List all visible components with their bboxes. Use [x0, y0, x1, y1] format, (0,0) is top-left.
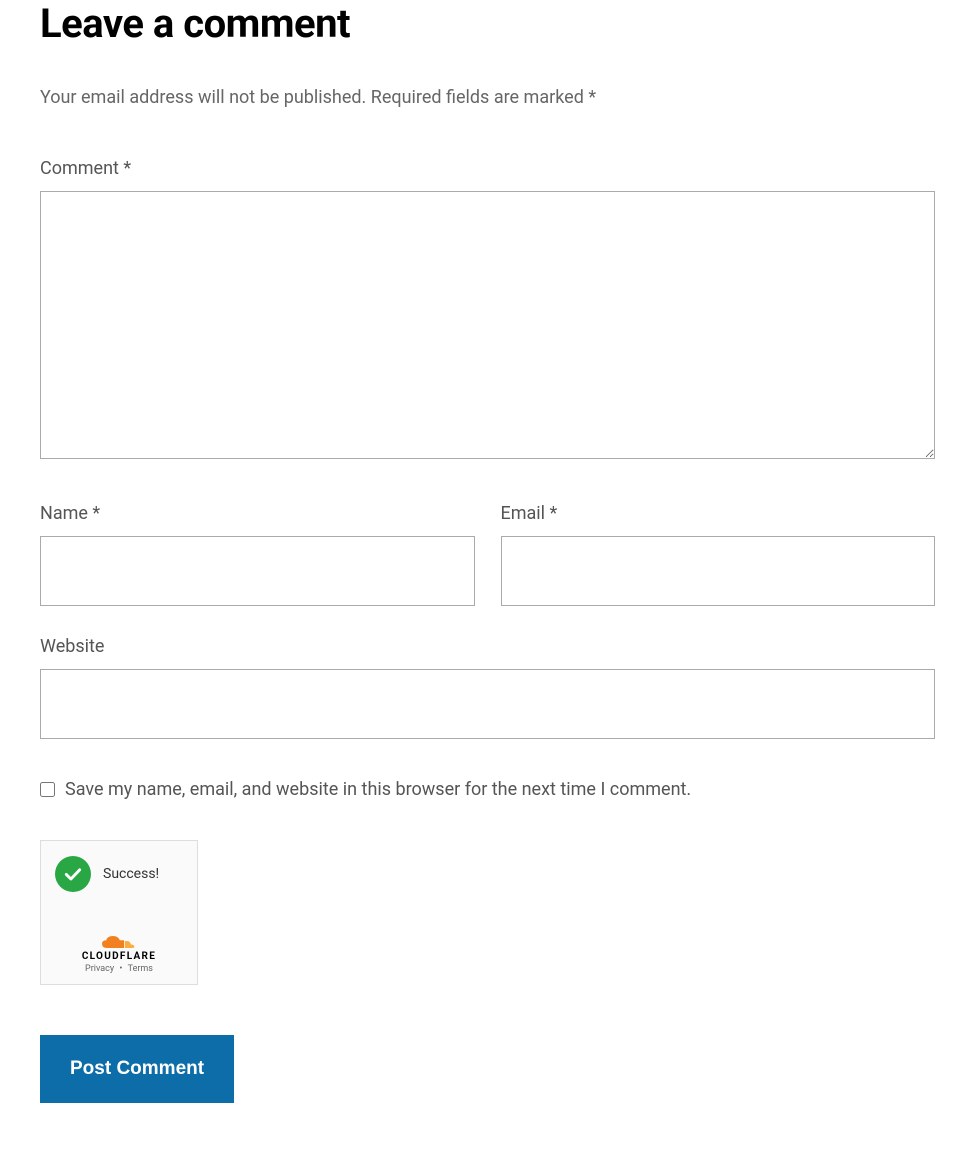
name-email-row: Name * Email *	[40, 503, 935, 606]
turnstile-status-text: Success!	[103, 866, 159, 882]
email-group: Email *	[501, 503, 936, 606]
website-label: Website	[40, 636, 935, 657]
comment-textarea[interactable]	[40, 191, 935, 459]
post-comment-button[interactable]: Post Comment	[40, 1035, 234, 1103]
separator-dot: •	[119, 964, 122, 974]
cloudflare-brand-text: CLOUDFLARE	[51, 951, 187, 962]
privacy-link[interactable]: Privacy	[85, 964, 114, 974]
name-label: Name *	[40, 503, 475, 524]
website-input[interactable]	[40, 669, 935, 739]
form-heading: Leave a comment	[40, 0, 935, 47]
cloudflare-cloud-icon	[102, 934, 136, 950]
email-input[interactable]	[501, 536, 936, 606]
name-input[interactable]	[40, 536, 475, 606]
comment-group: Comment *	[40, 158, 935, 463]
name-group: Name *	[40, 503, 475, 606]
turnstile-branding: CLOUDFLARE Privacy • Terms	[51, 934, 187, 974]
turnstile-status-row: Success!	[51, 856, 187, 892]
email-label: Email *	[501, 503, 936, 524]
comment-label: Comment *	[40, 158, 935, 179]
cloudflare-turnstile: Success! CLOUDFLARE Privacy • Terms	[40, 840, 198, 985]
success-check-icon	[55, 856, 91, 892]
save-info-label[interactable]: Save my name, email, and website in this…	[65, 779, 691, 800]
website-group: Website	[40, 636, 935, 739]
turnstile-links: Privacy • Terms	[51, 964, 187, 974]
terms-link[interactable]: Terms	[128, 964, 153, 974]
save-info-checkbox[interactable]	[40, 782, 55, 797]
required-notice: Your email address will not be published…	[40, 87, 935, 108]
save-info-row: Save my name, email, and website in this…	[40, 779, 935, 800]
